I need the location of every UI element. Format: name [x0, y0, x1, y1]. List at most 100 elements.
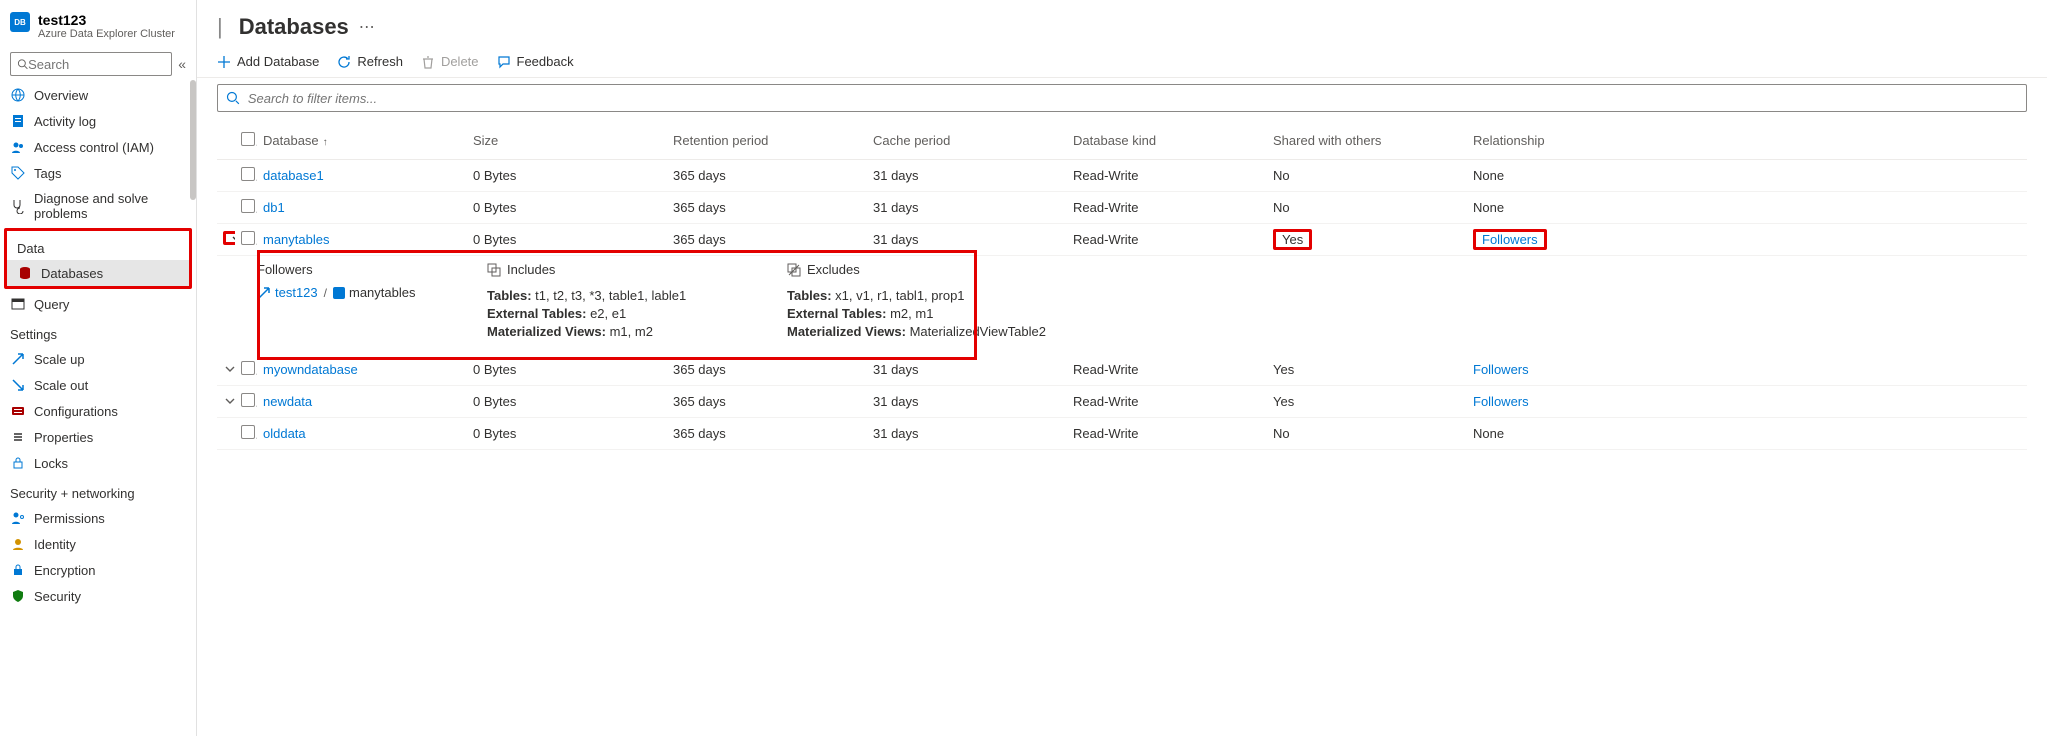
search-icon — [17, 58, 28, 70]
delete-button: Delete — [421, 54, 479, 69]
cell-shared: No — [1273, 200, 1290, 215]
database-name-link[interactable]: manytables — [263, 232, 329, 247]
database-name-link[interactable]: database1 — [263, 168, 324, 183]
refresh-label: Refresh — [357, 54, 403, 69]
cell-kind: Read-Write — [1067, 196, 1267, 219]
database-name-link[interactable]: myowndatabase — [263, 362, 358, 377]
col-kind[interactable]: Database kind — [1067, 129, 1267, 152]
cell-kind: Read-Write — [1067, 228, 1267, 251]
excludes-ext: External Tables: m2, m1 — [787, 306, 1087, 321]
row-checkbox[interactable] — [241, 231, 255, 245]
feedback-label: Feedback — [517, 54, 574, 69]
sidebar-item-configurations[interactable]: Configurations — [0, 398, 196, 424]
includes-mat: Materialized Views: m1, m2 — [487, 324, 777, 339]
col-database[interactable]: Database↑ — [257, 129, 467, 152]
page-title: Databases — [239, 14, 349, 40]
select-all-checkbox[interactable] — [241, 132, 255, 146]
row-expand-toggle[interactable] — [223, 394, 235, 408]
sidebar-item-label: Diagnose and solve problems — [34, 191, 186, 221]
table-row: database1 0 Bytes 365 days 31 days Read-… — [217, 160, 2027, 192]
config-icon — [10, 403, 26, 419]
sidebar-item-diagnose-and-solve-problems[interactable]: Diagnose and solve problems — [0, 186, 196, 226]
includes-ext: External Tables: e2, e1 — [487, 306, 777, 321]
scaleout-icon — [10, 377, 26, 393]
cell-retention: 365 days — [667, 422, 867, 445]
refresh-icon — [337, 55, 351, 69]
sidebar-collapse-icon[interactable]: « — [178, 56, 186, 72]
add-database-button[interactable]: Add Database — [217, 54, 319, 69]
row-checkbox[interactable] — [241, 393, 255, 407]
sidebar-item-label: Scale out — [34, 378, 88, 393]
sidebar-item-locks[interactable]: Locks — [0, 450, 196, 476]
cluster-name: test123 — [38, 12, 175, 28]
col-size[interactable]: Size — [467, 129, 667, 152]
cell-kind: Read-Write — [1067, 358, 1267, 381]
cell-cache: 31 days — [867, 196, 1067, 219]
relationship-link[interactable]: Followers — [1473, 362, 1529, 377]
sidebar-item-access-control-iam-[interactable]: Access control (IAM) — [0, 134, 196, 160]
follower-cluster-link[interactable]: test123 — [257, 285, 318, 300]
cell-retention: 365 days — [667, 228, 867, 251]
sidebar-item-scale-out[interactable]: Scale out — [0, 372, 196, 398]
follower-slash: / — [324, 286, 327, 300]
refresh-button[interactable]: Refresh — [337, 54, 403, 69]
database-name-link[interactable]: olddata — [263, 426, 306, 441]
col-relationship[interactable]: Relationship — [1467, 129, 1667, 152]
col-shared[interactable]: Shared with others — [1267, 129, 1467, 152]
sidebar-item-identity[interactable]: Identity — [0, 531, 196, 557]
cell-relationship: None — [1473, 200, 1504, 215]
sidebar-item-activity-log[interactable]: Activity log — [0, 108, 196, 134]
relationship-link[interactable]: Followers — [1473, 394, 1529, 409]
database-name-link[interactable]: db1 — [263, 200, 285, 215]
row-checkbox[interactable] — [241, 199, 255, 213]
sidebar-scrollbar[interactable] — [190, 80, 196, 200]
includes-heading: Includes — [487, 262, 777, 285]
sidebar-item-permissions[interactable]: Permissions — [0, 505, 196, 531]
enc-icon — [10, 562, 26, 578]
feedback-button[interactable]: Feedback — [497, 54, 574, 69]
col-retention[interactable]: Retention period — [667, 129, 867, 152]
filter-search-input[interactable] — [248, 91, 2018, 106]
cluster-header: DB test123 Azure Data Explorer Cluster — [0, 0, 196, 46]
cell-kind: Read-Write — [1067, 422, 1267, 445]
sidebar-item-security[interactable]: Security — [0, 583, 196, 609]
sidebar-group-data: Data — [7, 231, 189, 260]
sidebar-search-input[interactable] — [28, 57, 165, 72]
log-icon — [10, 113, 26, 129]
row-expand-toggle[interactable] — [223, 231, 235, 245]
cell-retention: 365 days — [667, 358, 867, 381]
col-cache[interactable]: Cache period — [867, 129, 1067, 152]
databases-table: Database↑ Size Retention period Cache pe… — [217, 122, 2027, 450]
table-row: newdata 0 Bytes 365 days 31 days Read-Wr… — [217, 386, 2027, 418]
sidebar-item-scale-up[interactable]: Scale up — [0, 346, 196, 372]
database-name-link[interactable]: newdata — [263, 394, 312, 409]
sidebar-search[interactable] — [10, 52, 172, 76]
sidebar-item-encryption[interactable]: Encryption — [0, 557, 196, 583]
row-checkbox[interactable] — [241, 361, 255, 375]
cell-size: 0 Bytes — [467, 164, 667, 187]
row-expanded-panel: Followers test123 / manytables Includes — [257, 256, 2027, 354]
follower-db[interactable]: manytables — [333, 285, 415, 300]
relationship-link[interactable]: Followers — [1482, 232, 1538, 247]
sidebar-item-properties[interactable]: Properties — [0, 424, 196, 450]
page-more-icon[interactable]: ⋯ — [359, 17, 375, 37]
sidebar: DB test123 Azure Data Explorer Cluster «… — [0, 0, 197, 736]
cell-size: 0 Bytes — [467, 390, 667, 413]
row-checkbox[interactable] — [241, 167, 255, 181]
sidebar-item-label: Access control (IAM) — [34, 140, 154, 155]
sidebar-item-overview[interactable]: Overview — [0, 82, 196, 108]
tag-icon — [10, 165, 26, 181]
sidebar-item-query[interactable]: Query — [0, 291, 196, 317]
sidebar-item-label: Tags — [34, 166, 61, 181]
db-icon — [333, 287, 345, 299]
row-checkbox[interactable] — [241, 425, 255, 439]
filter-search[interactable] — [217, 84, 2027, 112]
row-expand-toggle[interactable] — [223, 362, 235, 376]
sidebar-item-tags[interactable]: Tags — [0, 160, 196, 186]
main: | Databases ⋯ Add Database Refresh Delet… — [197, 0, 2047, 736]
cell-relationship: None — [1473, 168, 1504, 183]
sidebar-item-label: Configurations — [34, 404, 118, 419]
delete-label: Delete — [441, 54, 479, 69]
sidebar-item-label: Locks — [34, 456, 68, 471]
sidebar-item-databases[interactable]: Databases — [7, 260, 189, 286]
